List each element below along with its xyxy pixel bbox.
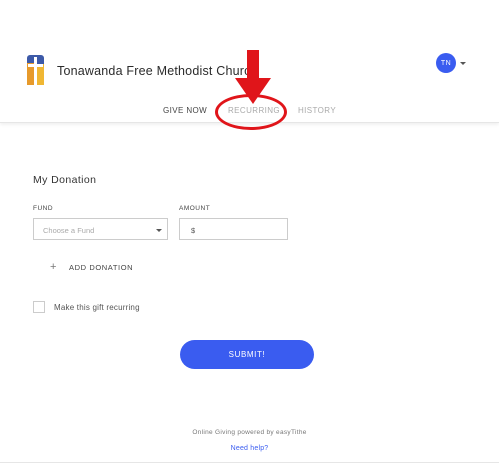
- divider: [0, 462, 499, 463]
- powered-by-text: Online Giving powered by easyTithe: [192, 429, 307, 436]
- recurring-checkbox-label[interactable]: Make this gift recurring: [54, 303, 140, 312]
- amount-label: AMOUNT: [179, 205, 211, 212]
- recurring-checkbox[interactable]: [33, 301, 45, 313]
- amount-input[interactable]: $: [179, 218, 288, 240]
- tab-give-now[interactable]: GIVE NOW: [163, 106, 207, 115]
- add-donation-button[interactable]: + ADD DONATION: [50, 261, 133, 273]
- plus-icon: +: [50, 261, 57, 273]
- caret-down-icon: [156, 229, 162, 232]
- fund-select[interactable]: Choose a Fund: [33, 218, 168, 240]
- fund-label: FUND: [33, 205, 54, 212]
- currency-prefix: $: [191, 226, 196, 235]
- church-name: Tonawanda Free Methodist Church: [57, 64, 258, 78]
- annotation-circle: [215, 94, 287, 130]
- page-title: My Donation: [33, 174, 97, 186]
- tab-history[interactable]: HISTORY: [298, 106, 336, 115]
- cross-icon: [27, 55, 44, 85]
- fund-select-placeholder: Choose a Fund: [43, 226, 95, 235]
- help-link[interactable]: Need help?: [231, 445, 269, 452]
- submit-button[interactable]: SUBMIT!: [180, 340, 314, 369]
- chevron-down-icon[interactable]: [460, 62, 466, 65]
- add-donation-label: ADD DONATION: [69, 262, 134, 272]
- help-link-row: Need help?: [0, 445, 499, 452]
- avatar[interactable]: TN: [436, 53, 456, 73]
